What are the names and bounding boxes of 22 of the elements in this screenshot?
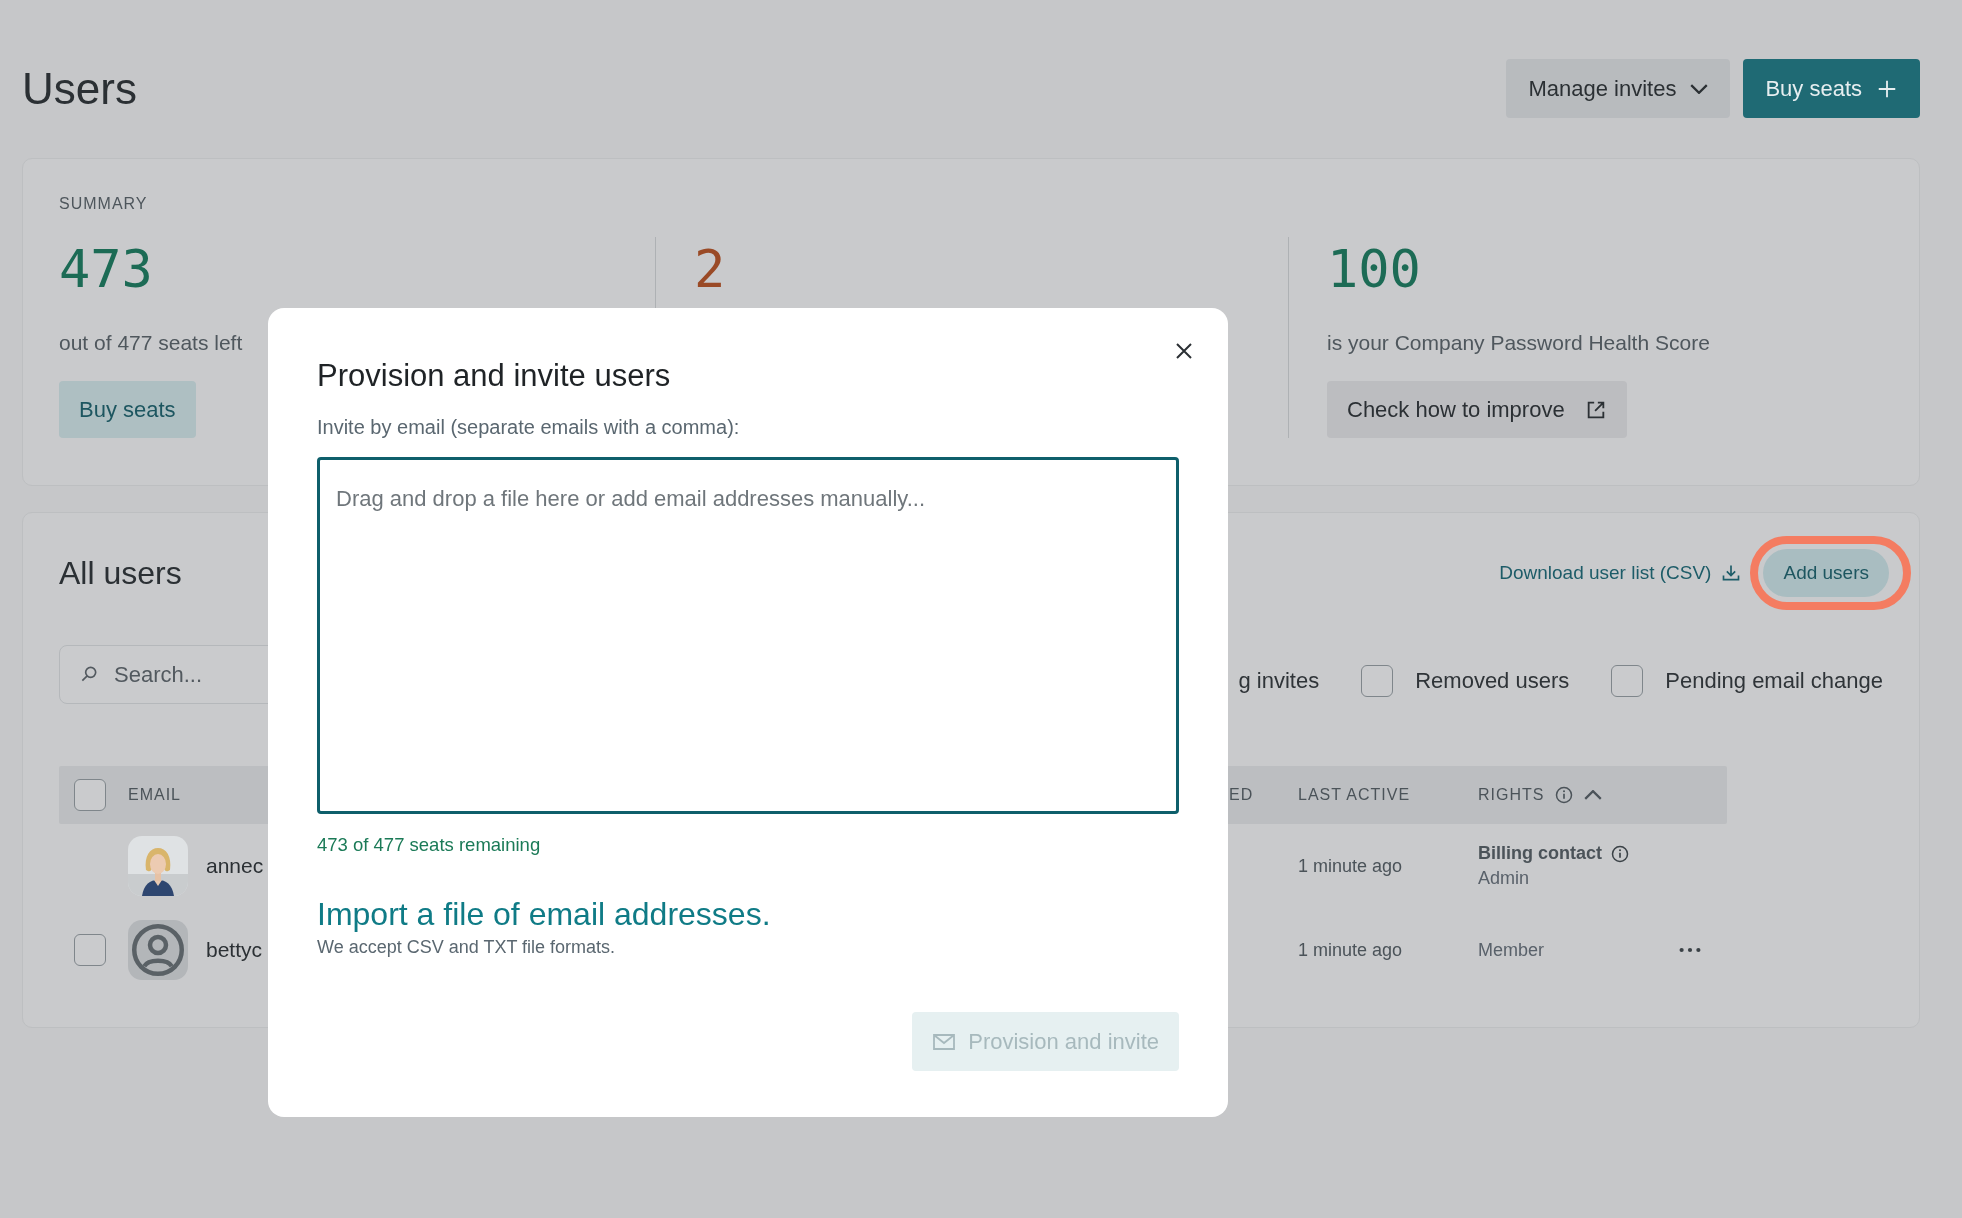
seats-remaining: 473 of 477 seats remaining [317, 834, 542, 856]
stat-caption: out of 477 seats left [59, 331, 243, 355]
table-cell-text: 1 minute ago [1298, 939, 1404, 961]
table-cell: Billing contact [1478, 843, 1602, 864]
dialog-title: Provision and invite users [317, 357, 672, 395]
table-cell-text: 1 minute ago [1298, 855, 1404, 877]
table-cell: Member [1478, 939, 1544, 961]
stat-value: 473 [59, 238, 153, 301]
stat-value: 2 [694, 238, 726, 301]
summary-heading: SUMMARY [59, 195, 149, 213]
filter-label: Pending email change [1665, 667, 1883, 694]
table-cell-text: annec [206, 854, 265, 878]
section-title: All users [59, 554, 182, 592]
filter-label: Removed users [1415, 667, 1570, 694]
format-note: We accept CSV and TXT file formats. [317, 937, 617, 958]
field-label: Invite by email (separate emails with a comma): [317, 416, 741, 439]
table-cell-text: bettyc [206, 938, 264, 962]
filter-label: g invites [1238, 667, 1320, 694]
table-cell-text: Admin [1478, 868, 1531, 889]
stat-caption: is your Company Password Health Score [1327, 331, 1710, 355]
page-title: Users [22, 63, 137, 114]
stat-value: 100 [1327, 238, 1421, 301]
